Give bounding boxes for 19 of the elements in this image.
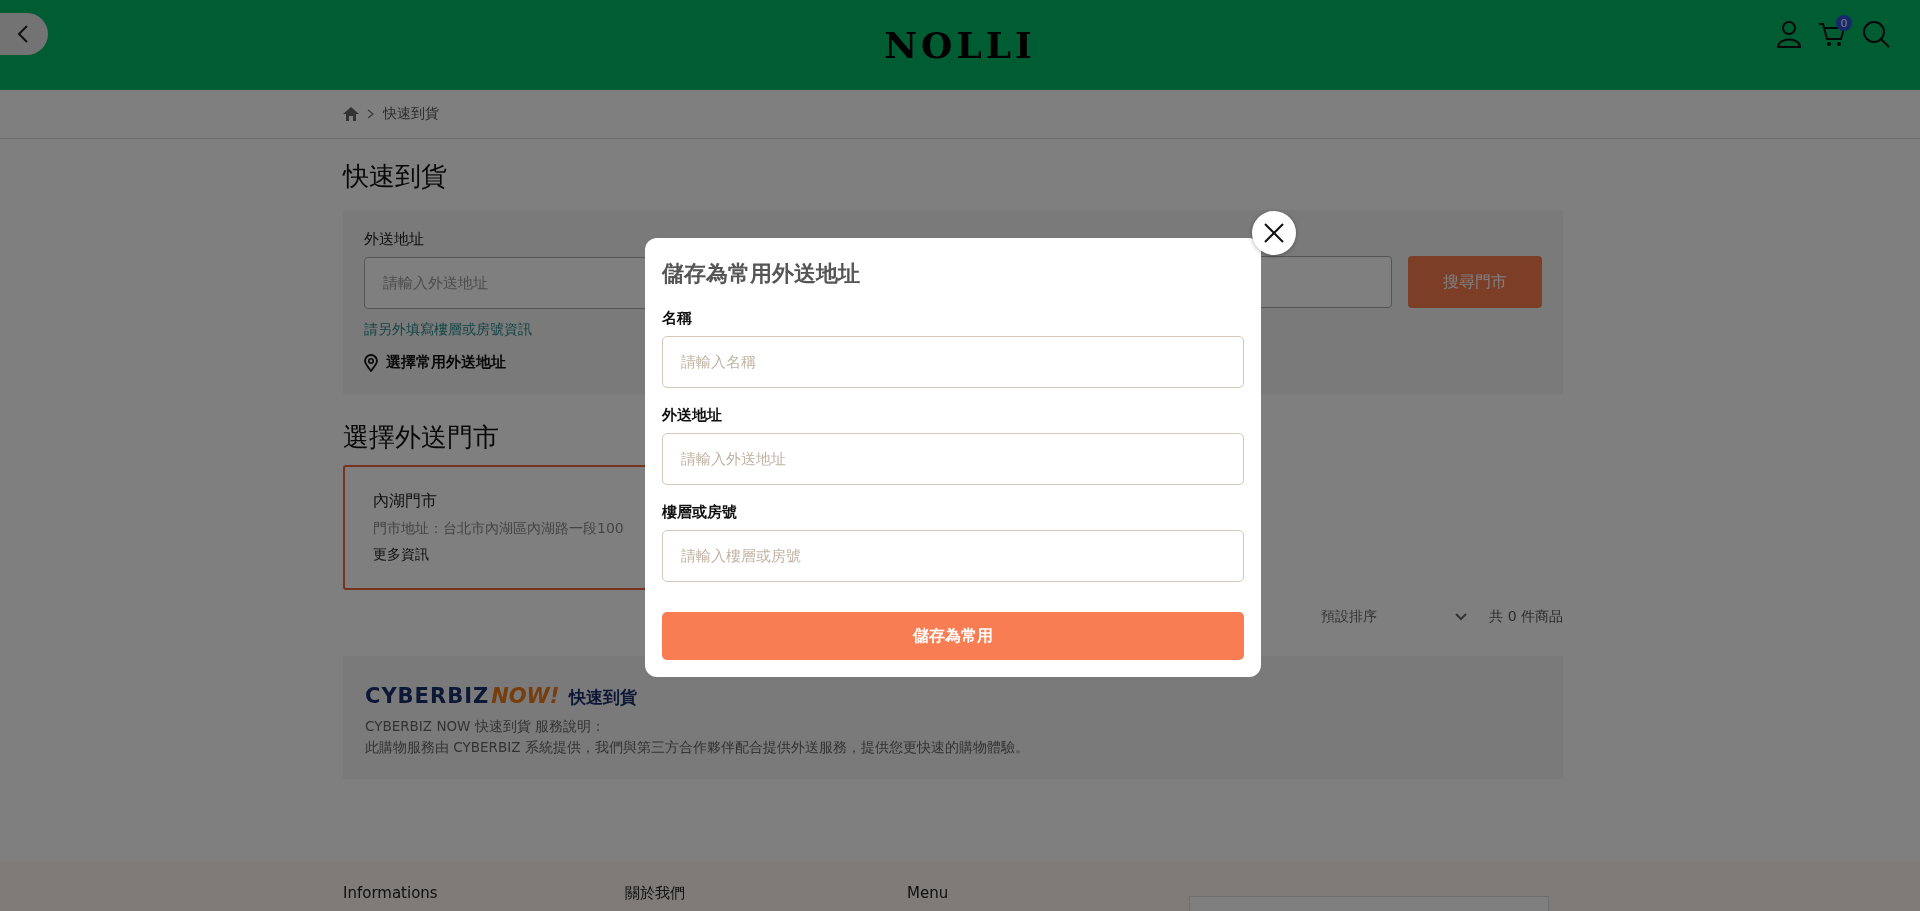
hint-text: 請另外填寫樓層或房號資訊 <box>364 321 533 339</box>
cart-count-badge: 0 <box>1836 15 1852 31</box>
page-title: 快速到貨 <box>343 160 448 193</box>
field-label: 外送地址 <box>364 230 425 249</box>
store-address: 門市地址：台北市內湖區內湖路一段100 <box>373 520 624 538</box>
service-title: 快速到貨 <box>569 686 638 709</box>
field-label: 名稱 <box>662 309 693 328</box>
field-label: 外送地址 <box>662 406 723 425</box>
footer-heading: Menu <box>907 884 950 904</box>
brand-logo: CYBERBIZ <box>365 684 490 708</box>
store-name: 內湖門市 <box>373 491 437 512</box>
product-count: 共 0 件商品 <box>1489 608 1563 626</box>
footer-heading: 關於我們 <box>625 884 686 904</box>
service-description: CYBERBIZ NOW 快速到貨 服務說明： <box>365 718 607 736</box>
section-title: 選擇外送門市 <box>343 421 499 454</box>
modal-title: 儲存為常用外送地址 <box>662 260 861 288</box>
footer-heading: Informations <box>343 884 439 904</box>
brand-logo-now: NOW! <box>491 684 560 708</box>
field-label: 樓層或房號 <box>662 503 738 522</box>
